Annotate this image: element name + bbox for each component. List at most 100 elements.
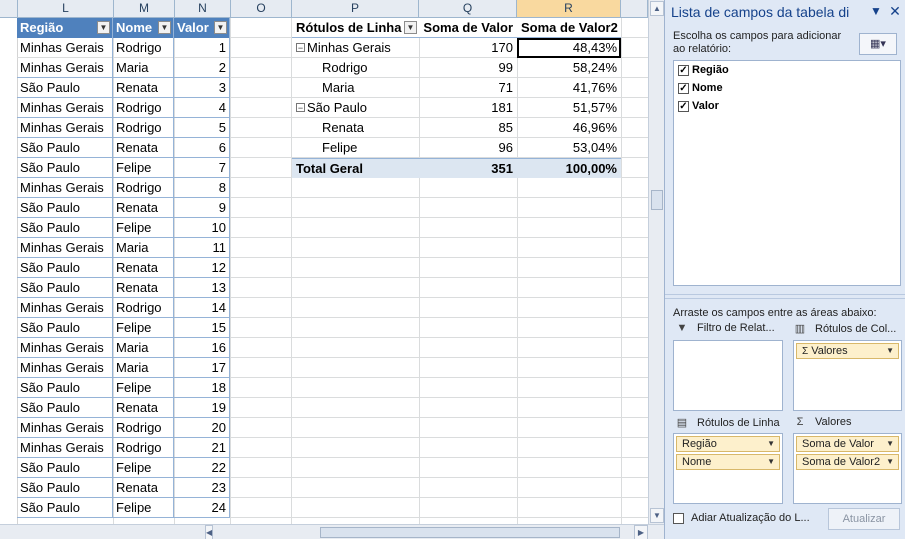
cell-valor[interactable]: 17 [174, 358, 230, 378]
cell-valor[interactable]: 14 [174, 298, 230, 318]
cell-nome[interactable]: Felipe [113, 218, 174, 238]
pivot-row-label[interactable]: Renata [292, 118, 419, 138]
cell-valor[interactable]: 2 [174, 58, 230, 78]
cell-nome[interactable]: Maria [113, 358, 174, 378]
field-item[interactable]: ✓ Nome [674, 79, 900, 97]
cell-nome[interactable]: Felipe [113, 318, 174, 338]
cell-nome[interactable]: Rodrigo [113, 418, 174, 438]
cell-regiao[interactable]: Minhas Gerais [17, 298, 113, 318]
column-header-q[interactable]: Q [419, 0, 517, 17]
cell-valor[interactable]: 23 [174, 478, 230, 498]
cell-nome[interactable]: Felipe [113, 458, 174, 478]
horizontal-scroll-thumb[interactable] [320, 527, 620, 538]
cell-regiao[interactable]: Minhas Gerais [17, 118, 113, 138]
pivot-pct-cell[interactable]: 51,57% [517, 98, 621, 118]
cell-regiao[interactable]: São Paulo [17, 218, 113, 238]
area-field-pill[interactable]: Σ Valores ▼ [796, 343, 899, 359]
collapse-icon[interactable]: − [296, 103, 305, 113]
cell-valor[interactable]: 1 [174, 38, 230, 58]
cell-valor[interactable]: 9 [174, 198, 230, 218]
cell-regiao[interactable]: São Paulo [17, 278, 113, 298]
cell-regiao[interactable]: São Paulo [17, 198, 113, 218]
pivot-pct-cell[interactable]: 41,76% [517, 78, 621, 98]
field-checkbox[interactable]: ✓ [678, 64, 689, 76]
cell-nome[interactable]: Renata [113, 78, 174, 98]
area-field-pill[interactable]: Soma de Valor ▼ [796, 436, 899, 452]
cell-nome[interactable]: Renata [113, 138, 174, 158]
chevron-down-icon[interactable]: ▼ [767, 437, 775, 451]
layout-options-button[interactable]: ▦▾ [859, 33, 897, 55]
cell-valor[interactable]: 4 [174, 98, 230, 118]
cell-valor[interactable]: 6 [174, 138, 230, 158]
cell-regiao[interactable]: São Paulo [17, 78, 113, 98]
field-item[interactable]: ✓ Valor [674, 97, 900, 115]
cell-valor[interactable]: 22 [174, 458, 230, 478]
pivot-pct-cell[interactable]: 53,04% [517, 138, 621, 158]
cell-regiao[interactable]: São Paulo [17, 138, 113, 158]
pivot-sum-cell[interactable]: 170 [419, 38, 517, 58]
rows-drop-area[interactable]: Região ▼ Nome ▼ [673, 433, 783, 504]
field-item[interactable]: ✓ Região [674, 61, 900, 79]
pivot-pct-cell[interactable]: 48,43% [517, 38, 621, 58]
field-checkbox[interactable]: ✓ [678, 100, 689, 112]
pivot-row-label[interactable]: − São Paulo [292, 98, 419, 118]
cell-nome[interactable]: Rodrigo [113, 438, 174, 458]
filter-dropdown-icon[interactable]: ▼ [214, 21, 227, 34]
pivot-header-row-labels[interactable]: Rótulos de Linha ▼ [292, 18, 419, 38]
cell-regiao[interactable]: Minhas Gerais [17, 178, 113, 198]
close-icon[interactable]: ✕ [887, 2, 903, 20]
pivot-total-pct[interactable]: 100,00% [517, 158, 621, 178]
area-field-pill[interactable]: Região ▼ [676, 436, 780, 452]
cell-regiao[interactable]: São Paulo [17, 398, 113, 418]
filter-dropdown-icon[interactable]: ▼ [404, 21, 417, 34]
pivot-header-sum2[interactable]: Soma de Valor2 [517, 18, 621, 38]
collapse-icon[interactable]: − [296, 43, 305, 53]
cell-regiao[interactable]: São Paulo [17, 158, 113, 178]
column-header-next[interactable] [621, 0, 648, 17]
scroll-left-icon[interactable]: ◀ [205, 525, 213, 539]
cell-nome[interactable]: Felipe [113, 158, 174, 178]
cell-regiao[interactable]: Minhas Gerais [17, 358, 113, 378]
cell-valor[interactable]: 13 [174, 278, 230, 298]
pivot-sum-cell[interactable]: 181 [419, 98, 517, 118]
cell-valor[interactable]: 12 [174, 258, 230, 278]
pivot-pct-cell[interactable]: 46,96% [517, 118, 621, 138]
cell-regiao[interactable]: São Paulo [17, 458, 113, 478]
cell-valor[interactable]: 8 [174, 178, 230, 198]
spreadsheet[interactable]: L M N O P Q R Região ▼ Nome ▼ Valor ▼ Minha… [0, 0, 664, 539]
column-header-o[interactable]: O [231, 0, 292, 17]
cell-regiao[interactable]: Minhas Gerais [17, 338, 113, 358]
cell-valor[interactable]: 7 [174, 158, 230, 178]
cell-nome[interactable]: Renata [113, 278, 174, 298]
cell-nome[interactable]: Renata [113, 478, 174, 498]
cell-valor[interactable]: 20 [174, 418, 230, 438]
pane-splitter[interactable] [665, 294, 905, 299]
table-header-nome[interactable]: Nome ▼ [113, 18, 174, 38]
cell-regiao[interactable]: São Paulo [17, 478, 113, 498]
filter-dropdown-icon[interactable]: ▼ [158, 21, 171, 34]
cell-nome[interactable]: Rodrigo [113, 38, 174, 58]
cell-grid[interactable]: Região ▼ Nome ▼ Valor ▼ Minhas Gerais Rodrig… [17, 18, 648, 524]
chevron-down-icon[interactable]: ▼ [767, 455, 775, 469]
cell-nome[interactable]: Maria [113, 338, 174, 358]
column-header-p[interactable]: P [292, 0, 419, 17]
cell-nome[interactable]: Felipe [113, 378, 174, 398]
column-header-m[interactable]: M [114, 0, 175, 17]
cell-regiao[interactable]: São Paulo [17, 498, 113, 518]
cell-regiao[interactable]: São Paulo [17, 378, 113, 398]
cell-regiao[interactable]: Minhas Gerais [17, 238, 113, 258]
cell-valor[interactable]: 16 [174, 338, 230, 358]
update-button[interactable]: Atualizar [828, 508, 900, 530]
values-drop-area[interactable]: Soma de Valor ▼ Soma de Valor2 ▼ [793, 433, 902, 504]
pivot-row-label[interactable]: Rodrigo [292, 58, 419, 78]
columns-drop-area[interactable]: Σ Valores ▼ [793, 340, 902, 411]
cell-valor[interactable]: 19 [174, 398, 230, 418]
column-header-n[interactable]: N [175, 0, 231, 17]
chevron-down-icon[interactable]: ▼ [886, 344, 894, 358]
cell-valor[interactable]: 5 [174, 118, 230, 138]
pivot-row-label[interactable]: Maria [292, 78, 419, 98]
horizontal-scrollbar[interactable]: ◀ ▶ [0, 524, 664, 539]
cell-regiao[interactable]: São Paulo [17, 258, 113, 278]
cell-regiao[interactable]: Minhas Gerais [17, 438, 113, 458]
defer-update-checkbox[interactable] [673, 512, 684, 524]
